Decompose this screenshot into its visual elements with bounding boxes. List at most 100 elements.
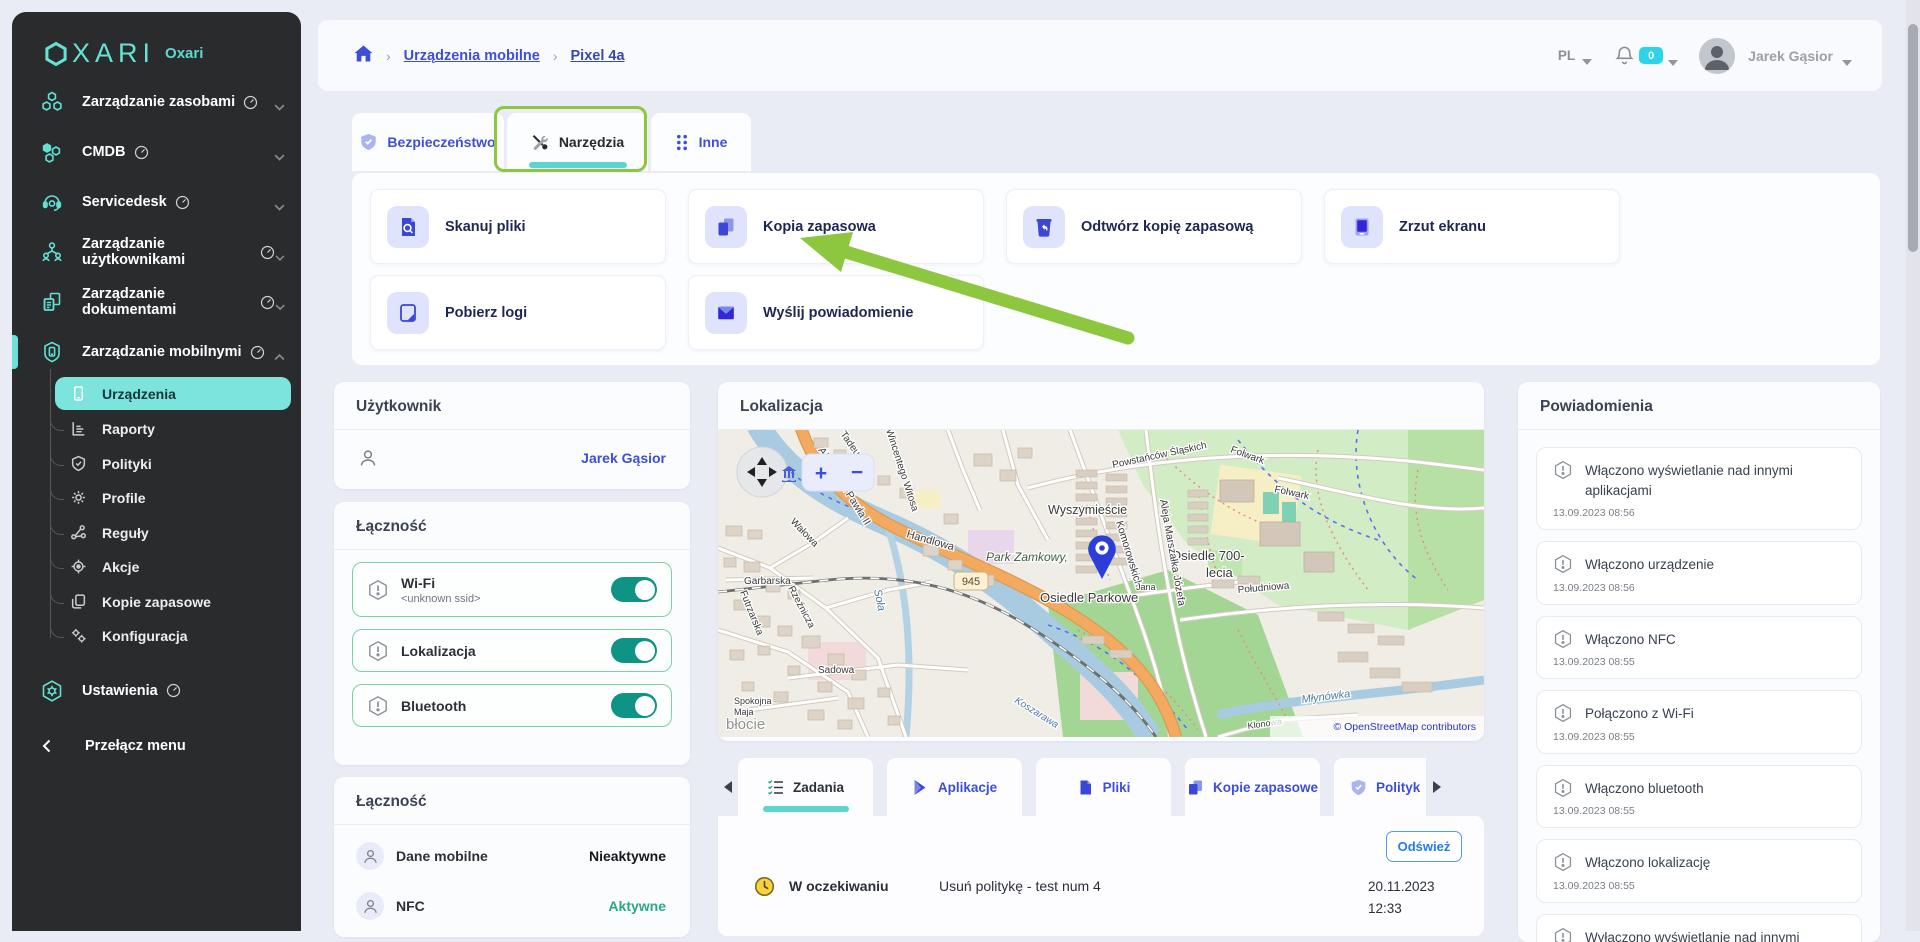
user-menu[interactable]: Jarek Gąsior	[1748, 48, 1833, 64]
notification-item[interactable]: Wyłączono wyświetlanie nad innymi aplika…	[1536, 914, 1862, 942]
divider	[334, 824, 690, 825]
tab-polityki[interactable]: Polityk	[1334, 758, 1426, 816]
sidebar-item-zarzadzanie-mobilnymi[interactable]: Zarządzanie mobilnymi	[12, 327, 301, 377]
tool-card-pobierz-logi[interactable]: Pobierz logi	[370, 275, 666, 350]
location-toggle[interactable]	[611, 638, 657, 663]
screenshot-icon	[1341, 206, 1383, 248]
notification-item[interactable]: Połączono z Wi-Fi 13.09.2023 08:55	[1536, 690, 1862, 754]
task-time: 12:33	[1368, 898, 1460, 920]
tasks-panel: Odśwież W oczekiwaniu Usuń politykę - te…	[718, 816, 1484, 936]
tool-card-label: Pobierz logi	[445, 305, 527, 321]
breadcrumb: › Urządzenia mobilne › Pixel 4a	[354, 45, 625, 67]
sidebar-item-label: Zarządzanie użytkownikami	[82, 236, 252, 268]
tool-card-skanuj-pliki[interactable]: Skanuj pliki	[370, 189, 666, 264]
sidebar-subitem-label: Raporty	[102, 421, 155, 437]
sidebar-subitem-label: Akcje	[102, 559, 139, 575]
hexagon-alert-icon	[1553, 629, 1573, 649]
sidebar-item-cmdb[interactable]: CMDB	[12, 127, 301, 177]
assets-icon	[40, 90, 66, 114]
panel-title: Lokalizacja	[718, 382, 1484, 429]
tabs-scroll-left[interactable]	[718, 758, 738, 816]
breadcrumb-link-urzadzenia-mobilne[interactable]: Urządzenia mobilne	[404, 48, 540, 64]
sidebar-item-zarzadzanie-zasobami[interactable]: Zarządzanie zasobami	[12, 77, 301, 127]
user-link[interactable]: Jarek Gąsior	[581, 450, 666, 466]
sidebar-item-urzadzenia[interactable]: Urządzenia	[55, 377, 291, 410]
documents-icon	[40, 290, 66, 314]
divider	[334, 549, 690, 550]
tab-narzedzia[interactable]: Narzędzia	[507, 113, 648, 171]
gauge-icon	[260, 245, 275, 260]
tab-aplikacje[interactable]: Aplikacje	[887, 758, 1022, 816]
breadcrumb-link-pixel-4a[interactable]: Pixel 4a	[571, 48, 625, 64]
notification-text: Wyłączono wyświetlanie nad innymi aplika…	[1585, 927, 1847, 942]
sidebar-item-zarzadzanie-uzytkownikami[interactable]: Zarządzanie użytkownikami	[12, 227, 301, 277]
wifi-toggle[interactable]	[611, 577, 657, 602]
device-main-tabs: Bezpieczeństwo Narzędzia Inne	[352, 113, 751, 171]
tab-kopie-zapasowe[interactable]: Kopie zapasowe	[1185, 758, 1320, 816]
map-pan-control[interactable]	[737, 447, 787, 497]
notification-text: Włączono urządzenie	[1585, 554, 1714, 575]
hexagon-alert-icon	[367, 579, 389, 601]
tab-inne[interactable]: Inne	[651, 113, 751, 171]
chevron-down-icon	[274, 199, 285, 206]
map-label: Park Zamkowy,	[986, 550, 1068, 564]
tool-card-wyslij-powiadomienie[interactable]: Wyślij powiadomienie	[688, 275, 984, 350]
hexagon-alert-icon	[1553, 703, 1573, 723]
tabs-scroll-right[interactable]	[1426, 758, 1446, 816]
avatar[interactable]	[1699, 38, 1735, 74]
nfc-row: NFC Aktywne	[334, 881, 690, 931]
chevron-down-icon	[274, 149, 285, 156]
collapse-menu-button[interactable]: Przełącz menu	[12, 724, 301, 768]
map-zoom-in[interactable]: +	[815, 462, 827, 485]
sidebar-item-kopie-zapasowe[interactable]: Kopie zapasowe	[50, 585, 291, 620]
sidebar-item-label: Servicedesk	[82, 194, 167, 210]
map[interactable]: Wyszymieście Osiedle Parkowe Osiedle 700…	[718, 430, 1484, 737]
notification-item[interactable]: Włączono wyświetlanie nad innymi aplikac…	[1536, 447, 1862, 530]
notification-item[interactable]: Włączono bluetooth 13.09.2023 08:55	[1536, 765, 1862, 829]
notification-item[interactable]: Włączono lokalizację 13.09.2023 08:55	[1536, 839, 1862, 903]
map-zoom-out[interactable]: −	[851, 461, 863, 484]
sidebar-item-polityki[interactable]: Polityki	[50, 447, 291, 482]
task-row[interactable]: W oczekiwaniu Usuń politykę - test num 4…	[718, 876, 1484, 919]
notification-date: 13.09.2023 08:55	[1553, 656, 1847, 668]
map-label: błocie	[726, 716, 765, 733]
tool-card-zrzut-ekranu[interactable]: Zrzut ekranu	[1324, 189, 1620, 264]
home-icon[interactable]	[354, 45, 373, 67]
sidebar-item-akcje[interactable]: Akcje	[50, 550, 291, 585]
language-selector[interactable]: PL	[1558, 48, 1592, 63]
tab-pliki[interactable]: Pliki	[1036, 758, 1171, 816]
sidebar-item-raporty[interactable]: Raporty	[50, 412, 291, 447]
sidebar-item-reguly[interactable]: Reguły	[50, 516, 291, 551]
notification-item[interactable]: Włączono urządzenie 13.09.2023 08:56	[1536, 541, 1862, 605]
bell-icon	[1615, 45, 1634, 66]
notifications-bell[interactable]: 0	[1615, 45, 1678, 66]
page-scrollbar-thumb[interactable]	[1908, 24, 1918, 252]
sidebar-item-profile[interactable]: Profile	[50, 481, 291, 516]
sidebar-item-ustawienia[interactable]: Ustawienia	[12, 666, 301, 716]
status-value: Aktywne	[608, 898, 666, 914]
refresh-button[interactable]: Odśwież	[1386, 831, 1462, 862]
sidebar-item-zarzadzanie-dokumentami[interactable]: Zarządzanie dokumentami	[12, 277, 301, 327]
tool-card-label: Skanuj pliki	[445, 219, 526, 235]
map-label: Osiedle 700-	[1171, 548, 1245, 563]
notification-item[interactable]: Włączono NFC 13.09.2023 08:55	[1536, 616, 1862, 680]
bluetooth-toggle[interactable]	[611, 693, 657, 718]
map-attribution[interactable]: © OpenStreetMap contributors	[1333, 721, 1476, 733]
sidebar-item-servicedesk[interactable]: Servicedesk	[12, 177, 301, 227]
brand-hexagon-icon	[42, 40, 70, 68]
tool-card-kopia-zapasowa[interactable]: Kopia zapasowa	[688, 189, 984, 264]
language-label: PL	[1558, 48, 1575, 63]
mobile-management-submenu: Urządzenia Raporty Polityki Profile Regu…	[50, 377, 291, 654]
hexagon-alert-icon	[1553, 778, 1573, 798]
tab-bezpieczenstwo[interactable]: Bezpieczeństwo	[352, 113, 504, 171]
sidebar-subitem-label: Reguły	[102, 525, 149, 541]
gauge-icon	[260, 295, 275, 310]
sidebar-item-konfiguracja[interactable]: Konfiguracja	[50, 619, 291, 654]
breadcrumb-separator: ›	[386, 48, 391, 64]
tool-card-odtworz-kopie[interactable]: Odtwórz kopię zapasową	[1006, 189, 1302, 264]
rules-network-icon	[70, 524, 88, 542]
file-icon	[1077, 779, 1094, 796]
tab-zadania[interactable]: Zadania	[738, 758, 873, 816]
toggle-label: Lokalizacja	[401, 643, 476, 659]
panel-title: Użytkownik	[334, 382, 690, 429]
